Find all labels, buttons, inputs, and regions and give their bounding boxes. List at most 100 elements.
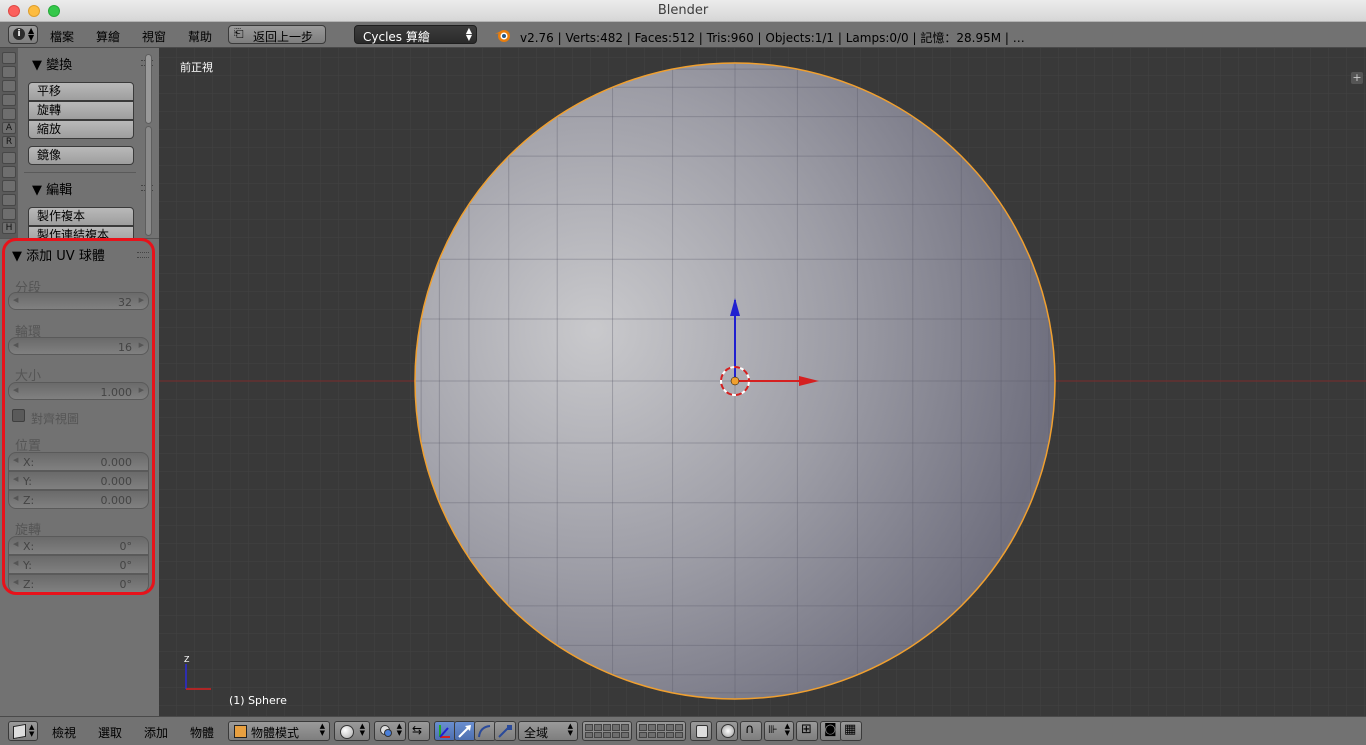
window-title: Blender bbox=[657, 3, 709, 18]
manipulator-icon: ⇆ bbox=[412, 723, 423, 737]
viewport-canvas[interactable] bbox=[159, 48, 1366, 716]
object-mode-icon bbox=[234, 725, 247, 738]
3d-view-header: ▲ ▼ 檢視 選取 添加 物體 物體模式 ▲ ▼ ▲ ▼ ▲ ▼ ⇆ 全域 ▲ ▼ bbox=[0, 716, 1366, 745]
orientation-select[interactable]: 全域 ▲ ▼ bbox=[518, 721, 578, 741]
tool-tab[interactable] bbox=[2, 152, 16, 164]
info-header: i ▲ ▼ 檔案 算繪 視窗 幫助 ⎗ 返回上一步 Cycles 算繪 ▲ ▼ v2… bbox=[0, 22, 1366, 48]
updown-arrows-icon: ▲ ▼ bbox=[29, 723, 35, 738]
layer-lock-icon bbox=[696, 725, 708, 738]
magnet-icon: ∩ bbox=[745, 722, 755, 737]
menu-render[interactable]: 算繪 bbox=[96, 28, 120, 45]
tool-tab[interactable] bbox=[2, 108, 16, 120]
editor-type-button[interactable]: i ▲ ▼ bbox=[8, 25, 38, 44]
edit-panel-title: 編輯 bbox=[46, 183, 73, 198]
move-manipulator-button[interactable] bbox=[454, 721, 476, 741]
arrow-icon bbox=[458, 725, 471, 738]
tool-tab[interactable] bbox=[2, 194, 16, 206]
edit-panel-header[interactable]: ▼ 編輯 bbox=[32, 179, 72, 198]
pivot-dot-icon bbox=[384, 729, 392, 737]
transform-panel-title: 變換 bbox=[46, 58, 73, 73]
tool-tab-r[interactable]: R bbox=[2, 136, 16, 148]
scale-manipulator-button[interactable] bbox=[494, 721, 516, 741]
window-titlebar: Blender bbox=[0, 0, 1366, 22]
panel-divider bbox=[24, 172, 136, 173]
translate-manipulator-button[interactable] bbox=[434, 721, 456, 741]
scale-button[interactable]: 縮放 bbox=[28, 120, 134, 139]
proportional-edit-button[interactable] bbox=[716, 721, 738, 741]
toolshelf-scrollbar[interactable] bbox=[145, 54, 152, 124]
mirror-button[interactable]: 鏡像 bbox=[28, 146, 134, 165]
duplicate-linked-button[interactable]: 製作連結複本 bbox=[28, 226, 134, 238]
active-object-label: (1) Sphere bbox=[229, 694, 287, 707]
snap-element-select[interactable]: ⊪ ▲ ▼ bbox=[764, 721, 794, 741]
duplicate-button[interactable]: 製作複本 bbox=[28, 207, 134, 226]
undo-icon: ⎗ bbox=[234, 26, 244, 40]
scene-stats: v2.76 | Verts:482 | Faces:512 | Tris:960… bbox=[520, 31, 1025, 45]
undo-button[interactable]: ⎗ 返回上一步 bbox=[228, 25, 326, 44]
menu-file[interactable]: 檔案 bbox=[50, 28, 74, 45]
tool-tab[interactable] bbox=[2, 208, 16, 220]
cube-icon bbox=[13, 723, 26, 740]
menu-object[interactable]: 物體 bbox=[190, 724, 214, 741]
tool-tab[interactable] bbox=[2, 66, 16, 78]
properties-toggle-plus-icon[interactable]: + bbox=[1351, 72, 1363, 84]
tool-tab-h[interactable]: H bbox=[2, 222, 16, 234]
manipulator-toggle[interactable]: ⇆ bbox=[408, 721, 430, 741]
tool-tab[interactable] bbox=[2, 52, 16, 64]
snap-toggle-button[interactable]: ∩ bbox=[740, 721, 762, 741]
layer-buttons-1[interactable] bbox=[582, 721, 632, 741]
shading-select[interactable]: ▲ ▼ bbox=[334, 721, 370, 741]
mode-value: 物體模式 bbox=[251, 726, 300, 740]
render-engine-value: Cycles 算繪 bbox=[363, 30, 430, 44]
tool-tab[interactable] bbox=[2, 180, 16, 192]
snap-target-icon: ⊞ bbox=[801, 722, 812, 737]
updown-arrows-icon: ▲ ▼ bbox=[359, 722, 365, 737]
transform-panel-header[interactable]: ▼ 變換 bbox=[32, 54, 72, 73]
3d-viewport[interactable]: Z 前正視 (1) Sphere + bbox=[159, 48, 1366, 716]
updown-arrows-icon: ▲ ▼ bbox=[465, 26, 472, 42]
menu-add[interactable]: 添加 bbox=[144, 724, 168, 741]
snap-target-button[interactable]: ⊞ bbox=[796, 721, 818, 741]
solid-shading-icon bbox=[340, 725, 354, 739]
mode-select[interactable]: 物體模式 ▲ ▼ bbox=[228, 721, 330, 741]
scale-icon bbox=[498, 725, 512, 738]
pivot-select[interactable]: ▲ ▼ bbox=[374, 721, 406, 741]
rotate-arc-icon bbox=[478, 725, 491, 738]
tool-tab[interactable] bbox=[2, 94, 16, 106]
axis-gizmo-z-label: Z bbox=[184, 655, 190, 664]
editor-type-button[interactable]: ▲ ▼ bbox=[8, 721, 38, 741]
rotate-manipulator-button[interactable] bbox=[474, 721, 496, 741]
undo-label: 返回上一步 bbox=[253, 30, 314, 44]
tool-tab[interactable] bbox=[2, 80, 16, 92]
menu-window[interactable]: 視窗 bbox=[142, 28, 166, 45]
tool-tabs: A R H bbox=[0, 48, 18, 238]
updown-arrows-icon: ▲ ▼ bbox=[319, 722, 325, 737]
updown-arrows-icon: ▲ ▼ bbox=[784, 722, 790, 737]
snap-increment-icon: ⊪ bbox=[768, 723, 778, 736]
updown-arrows-icon: ▲ ▼ bbox=[28, 26, 35, 42]
render-animation-button[interactable]: ▦ bbox=[840, 721, 862, 741]
tool-tab-a[interactable]: A bbox=[2, 122, 16, 134]
translate-axes-icon bbox=[439, 725, 450, 738]
tool-shelf: ▼ 變換 平移 旋轉 縮放 鏡像 ▼ 編輯 製作複本 製作連結複本 bbox=[18, 48, 159, 238]
info-icon: i bbox=[13, 28, 25, 40]
rotate-button[interactable]: 旋轉 bbox=[28, 101, 134, 120]
render-engine-select[interactable]: Cycles 算繪 ▲ ▼ bbox=[354, 25, 477, 44]
lock-camera-button[interactable] bbox=[690, 721, 712, 741]
camera-icon: ◙ bbox=[824, 722, 837, 737]
translate-button[interactable]: 平移 bbox=[28, 82, 134, 101]
tool-tab[interactable] bbox=[2, 166, 16, 178]
menu-select[interactable]: 選取 bbox=[98, 724, 122, 741]
menu-help[interactable]: 幫助 bbox=[188, 28, 212, 45]
updown-arrows-icon: ▲ ▼ bbox=[396, 722, 402, 737]
view-name-label: 前正視 bbox=[180, 61, 213, 74]
toolshelf-scrollbar-track[interactable] bbox=[145, 126, 152, 236]
orientation-value: 全域 bbox=[524, 726, 549, 740]
render-still-button[interactable]: ◙ bbox=[820, 721, 842, 741]
highlight-annotation-box bbox=[2, 238, 155, 595]
menu-view[interactable]: 檢視 bbox=[52, 724, 76, 741]
proportional-edit-icon bbox=[721, 724, 735, 738]
blender-logo-icon bbox=[495, 30, 510, 42]
layer-buttons-2[interactable] bbox=[636, 721, 686, 741]
clapperboard-icon: ▦ bbox=[844, 722, 857, 737]
